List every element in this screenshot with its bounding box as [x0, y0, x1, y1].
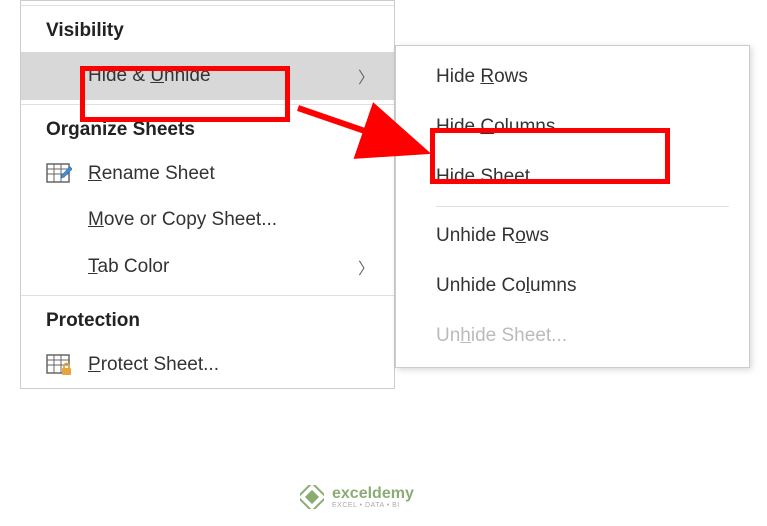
- watermark-brand: exceldemy: [332, 486, 414, 502]
- submenu-item-unhide-rows[interactable]: Unhide Rows: [396, 211, 749, 261]
- menu-item-label: Hide Rows: [436, 66, 729, 88]
- chevron-right-icon: 〉: [358, 64, 374, 88]
- rename-sheet-icon: [46, 163, 88, 185]
- watermark-tagline: EXCEL • DATA • BI: [332, 502, 414, 509]
- menu-item-label: Tab Color: [88, 256, 358, 278]
- main-context-menu: Visibility Hide & Unhide 〉 Organize Shee…: [20, 0, 395, 389]
- watermark-logo-icon: [300, 485, 324, 509]
- chevron-right-icon: 〉: [358, 255, 374, 279]
- divider: [21, 295, 394, 296]
- section-organize-header: Organize Sheets: [21, 109, 394, 151]
- menu-item-label: Unhide Columns: [436, 275, 729, 297]
- divider: [21, 5, 394, 6]
- menu-item-label: Rename Sheet: [88, 163, 374, 185]
- submenu-item-hide-sheet[interactable]: Hide Sheet: [396, 152, 749, 202]
- divider: [436, 206, 729, 207]
- submenu-item-hide-columns[interactable]: Hide Columns: [396, 102, 749, 152]
- divider: [21, 104, 394, 105]
- menu-item-rename-sheet[interactable]: Rename Sheet: [21, 151, 394, 197]
- menu-item-protect-sheet[interactable]: Protect Sheet...: [21, 342, 394, 388]
- menu-item-label: Unhide Rows: [436, 225, 729, 247]
- menu-item-label: Unhide Sheet...: [436, 325, 729, 347]
- protect-sheet-icon: [46, 354, 88, 376]
- menu-item-hide-unhide[interactable]: Hide & Unhide 〉: [21, 52, 394, 100]
- submenu-item-hide-rows[interactable]: Hide Rows: [396, 52, 749, 102]
- menu-item-label: Hide Sheet: [436, 166, 729, 188]
- submenu-item-unhide-columns[interactable]: Unhide Columns: [396, 261, 749, 311]
- menu-item-label: Hide Columns: [436, 116, 729, 138]
- submenu-item-unhide-sheet: Unhide Sheet...: [396, 311, 749, 361]
- menu-item-label: Move or Copy Sheet...: [88, 209, 374, 231]
- menu-item-tab-color[interactable]: Tab Color 〉: [21, 243, 394, 291]
- menu-item-label: Hide & Unhide: [88, 65, 358, 87]
- section-protection-header: Protection: [21, 300, 394, 342]
- hide-unhide-submenu: Hide Rows Hide Columns Hide Sheet Unhide…: [395, 45, 750, 368]
- section-visibility-header: Visibility: [21, 10, 394, 52]
- menu-item-label: Protect Sheet...: [88, 354, 374, 376]
- menu-item-move-copy-sheet[interactable]: Move or Copy Sheet...: [21, 197, 394, 243]
- watermark: exceldemy EXCEL • DATA • BI: [300, 485, 414, 509]
